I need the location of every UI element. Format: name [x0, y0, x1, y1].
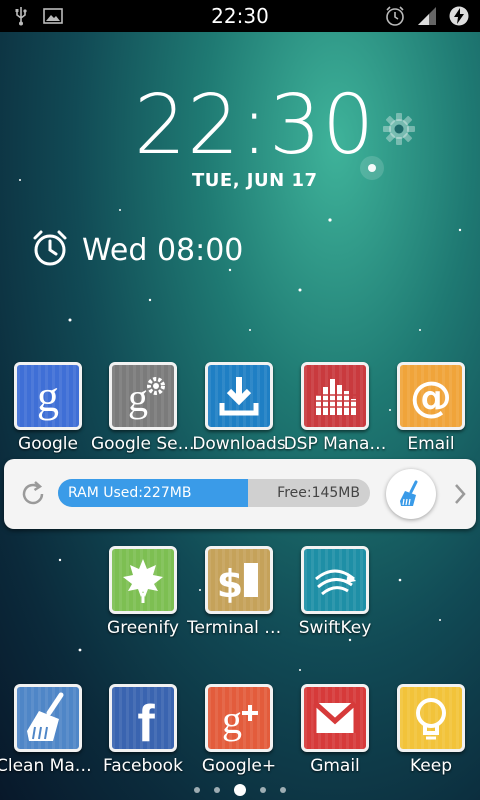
page-dot[interactable] [214, 787, 220, 793]
status-bar-time: 22:30 [211, 4, 269, 28]
page-dot[interactable] [280, 787, 286, 793]
at-icon: @ [397, 362, 465, 430]
signal-icon [416, 5, 438, 27]
leaf-icon [109, 546, 177, 614]
image-icon [42, 5, 64, 27]
svg-text:$: $ [217, 562, 243, 606]
gear-icon[interactable] [382, 112, 416, 146]
app-label: Google Set… [91, 434, 195, 454]
app-row-2: Greenify $ Terminal E… SwiftKey [0, 546, 480, 656]
app-label: Gmail [310, 756, 360, 776]
app-label: Email [407, 434, 455, 454]
battery-charging-icon [448, 5, 470, 27]
app-label: Terminal E… [187, 618, 291, 638]
google-settings-icon: g [109, 362, 177, 430]
app-downloads[interactable]: Downloads [192, 362, 293, 472]
status-bar: 22:30 [0, 0, 480, 32]
app-label: Facebook [103, 756, 183, 776]
svg-text:g: g [37, 372, 59, 421]
chevron-right-icon[interactable] [452, 481, 468, 507]
alarm-clock-icon [30, 228, 70, 272]
google-icon: g [14, 362, 82, 430]
app-google-settings[interactable]: g Google Set… [91, 362, 197, 472]
facebook-icon: f [109, 684, 177, 752]
app-label: Clean Mast… [0, 756, 100, 776]
broom-icon [14, 684, 82, 752]
app-terminal-emulator[interactable]: $ Terminal E… [187, 546, 293, 656]
ram-free-label: Free:145MB [277, 485, 360, 501]
status-bar-left [0, 5, 74, 27]
app-label: Greenify [107, 618, 179, 638]
status-bar-right [374, 5, 480, 27]
broom-icon [400, 480, 418, 506]
next-alarm[interactable]: Wed 08:00 [30, 228, 243, 272]
app-keep[interactable]: Keep [385, 684, 480, 794]
app-gmail[interactable]: Gmail [289, 684, 389, 794]
page-dot-active[interactable] [234, 784, 246, 796]
lightbulb-icon [397, 684, 465, 752]
alarm-time: Wed 08:00 [82, 232, 244, 268]
app-google[interactable]: g Google [2, 362, 102, 472]
alarm-icon [384, 5, 406, 27]
app-label: Google [18, 434, 78, 454]
page-dot[interactable] [260, 787, 266, 793]
app-greenify[interactable]: Greenify [97, 546, 197, 656]
gmail-icon [301, 684, 369, 752]
download-icon [205, 362, 273, 430]
usb-icon [10, 5, 32, 27]
app-swiftkey[interactable]: SwiftKey [289, 546, 389, 656]
terminal-icon: $ [205, 546, 273, 614]
svg-text:g: g [222, 697, 242, 742]
swiftkey-icon [301, 546, 369, 614]
app-dsp-manager[interactable]: DSP Mana… [284, 362, 389, 472]
app-label: Google+ [201, 756, 277, 776]
app-label: Keep [409, 756, 452, 776]
clock-time: 22:30 [134, 78, 376, 173]
boost-button[interactable] [386, 469, 436, 519]
dock-row: Clean Mast… f Facebook g Google+ Gmail K… [0, 684, 480, 794]
svg-text:g: g [128, 375, 148, 420]
app-google-plus[interactable]: g Google+ [193, 684, 293, 794]
svg-text:@: @ [410, 372, 452, 421]
page-indicator[interactable] [0, 783, 480, 797]
app-clean-master[interactable]: Clean Mast… [0, 684, 102, 794]
equalizer-icon [301, 362, 369, 430]
app-label: SwiftKey [298, 618, 372, 638]
google-plus-icon: g [205, 684, 273, 752]
app-label: Downloads [192, 434, 286, 454]
ram-used-label: RAM Used:227MB [68, 485, 192, 501]
clock-date: TUE, JUN 17 [192, 170, 318, 191]
ram-usage-bar: RAM Used:227MB Free:145MB [58, 479, 370, 507]
app-email[interactable]: @ Email [385, 362, 480, 472]
app-row-1: g Google g Google Set… Downloads DSP Man… [0, 362, 480, 472]
app-label: DSP Mana… [283, 434, 387, 454]
ram-booster-widget: RAM Used:227MB Free:145MB [4, 459, 476, 529]
page-dot[interactable] [194, 787, 200, 793]
refresh-icon[interactable] [18, 479, 48, 509]
app-facebook[interactable]: f Facebook [97, 684, 197, 794]
svg-text:f: f [137, 695, 155, 745]
